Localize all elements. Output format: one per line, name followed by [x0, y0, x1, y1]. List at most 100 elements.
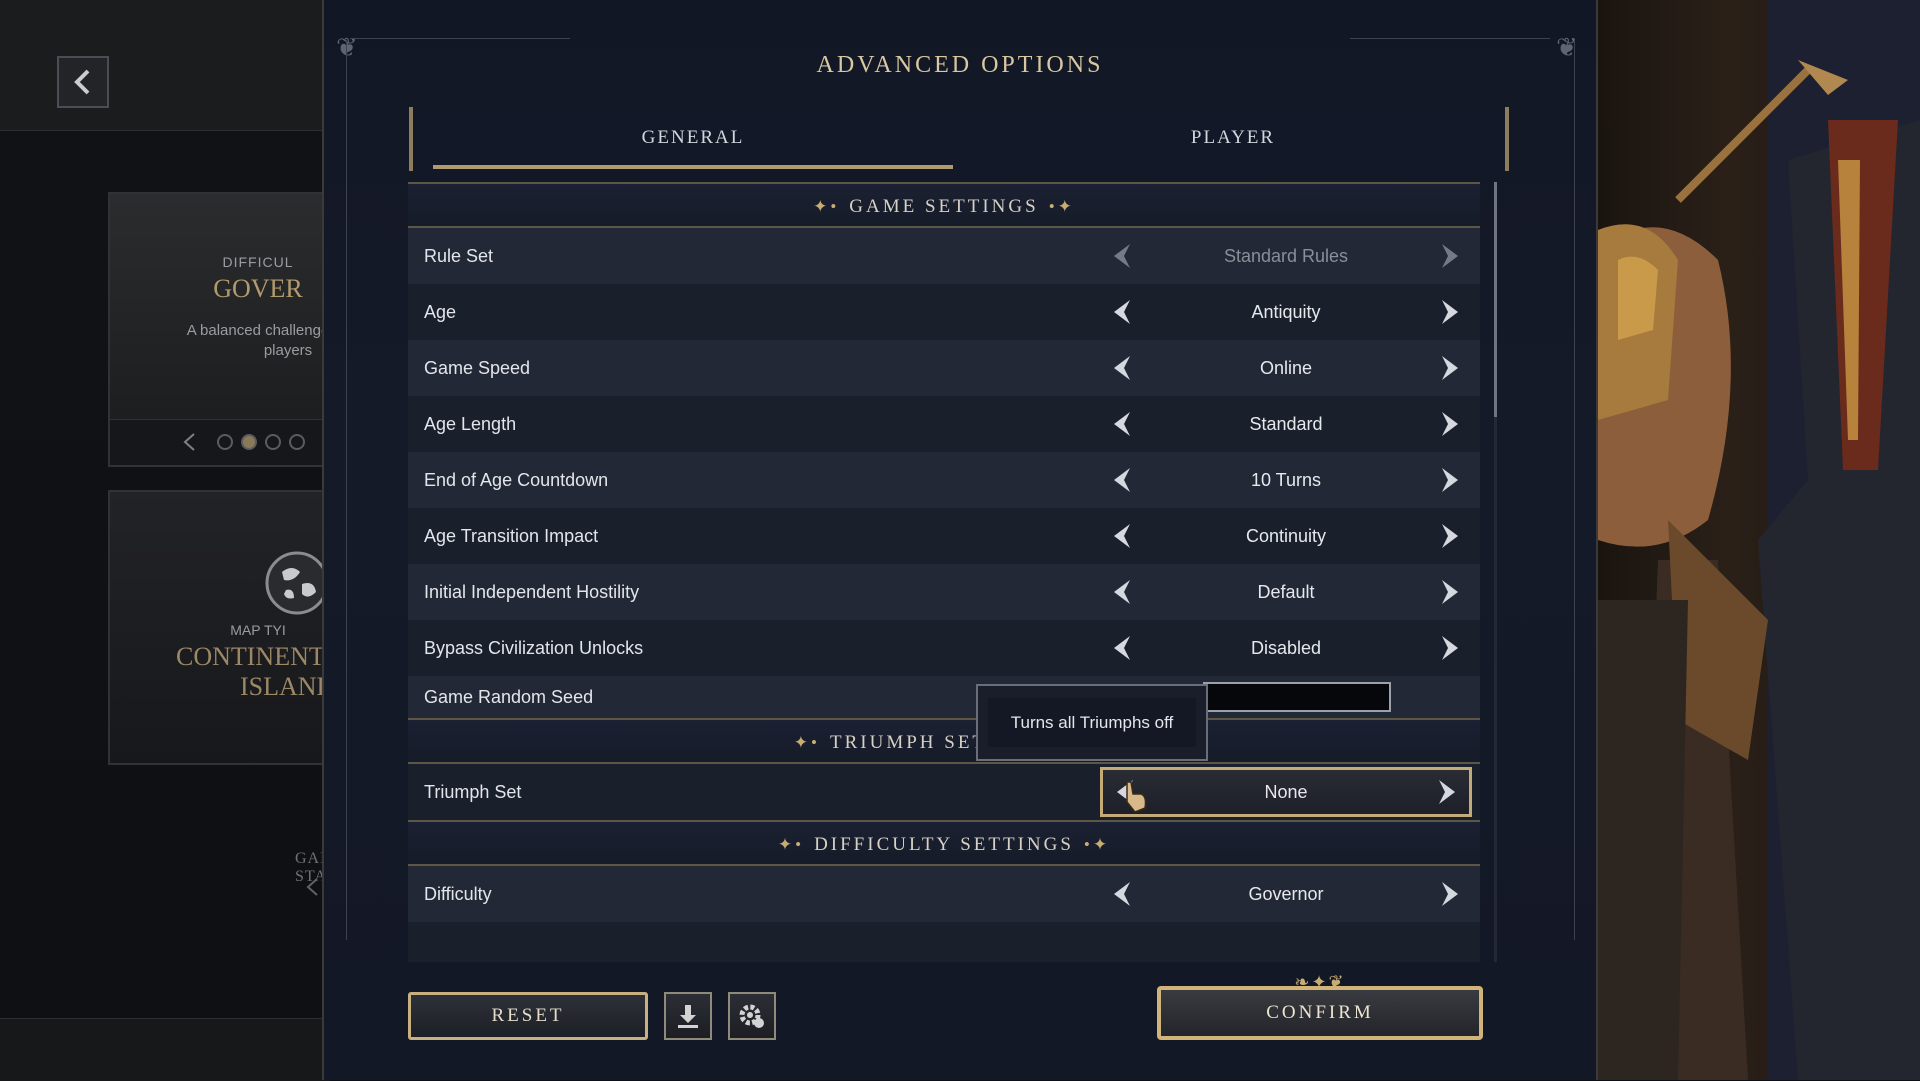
- arrow-right-icon[interactable]: [1434, 576, 1466, 608]
- arrow-left-icon[interactable]: [1106, 240, 1138, 272]
- independent-hostility-stepper[interactable]: Default: [1100, 568, 1472, 616]
- tab-bar: GENERAL PLAYER: [409, 107, 1509, 171]
- arrow-left-icon[interactable]: [1106, 296, 1138, 328]
- globe-icon: [265, 551, 329, 615]
- setting-value: Governor: [1248, 884, 1324, 904]
- pager-dot[interactable]: [265, 434, 281, 450]
- download-button[interactable]: [664, 992, 712, 1040]
- arrow-right-icon[interactable]: [1434, 352, 1466, 384]
- age-transition-impact-stepper[interactable]: Continuity: [1100, 512, 1472, 560]
- setting-value: Antiquity: [1251, 302, 1321, 322]
- rule-set-stepper[interactable]: Standard Rules: [1100, 232, 1472, 280]
- setting-label: Game Random Seed: [424, 687, 594, 707]
- tooltip-text: Turns all Triumphs off: [988, 698, 1196, 747]
- difficulty-card-desc-1: A balanced challenge: [186, 322, 330, 339]
- setting-row-difficulty: Difficulty Governor: [408, 866, 1480, 922]
- setting-value: Online: [1259, 358, 1313, 378]
- difficulty-card-caption: DIFFICUL: [222, 254, 294, 270]
- leader-figure: [1598, 0, 1920, 1080]
- top-bar: [0, 0, 330, 131]
- arrow-right-icon[interactable]: [1431, 776, 1463, 808]
- section-title: GAME SETTINGS: [849, 196, 1039, 217]
- arrow-right-icon[interactable]: [1434, 464, 1466, 496]
- setting-row-end-of-age-countdown: End of Age Countdown 10 Turns: [408, 452, 1480, 508]
- setting-value: Default: [1257, 582, 1315, 602]
- scrollbar-thumb[interactable]: [1494, 182, 1497, 417]
- arrow-left-icon[interactable]: [1106, 632, 1138, 664]
- setting-label: Initial Independent Hostility: [424, 582, 640, 602]
- seed-input[interactable]: [1203, 682, 1391, 712]
- setting-row-initial-independent-hostility: Initial Independent Hostility Default: [408, 564, 1480, 620]
- setting-row-age-length: Age Length Standard: [408, 396, 1480, 452]
- setting-row-bypass-civilization-unlocks: Bypass Civilization Unlocks Disabled: [408, 620, 1480, 676]
- section-header-triumph: ✦•TRIUMPH SETTINGS•✦: [408, 718, 1480, 764]
- arrow-left-icon[interactable]: [1106, 878, 1138, 910]
- map-card-caption: MAP TYI: [230, 622, 286, 638]
- setting-row-triumph-set: Triumph Set None: [408, 764, 1480, 820]
- tab-player[interactable]: PLAYER: [973, 107, 1493, 167]
- setting-row-partial: [408, 922, 1480, 962]
- pager-dot[interactable]: [289, 434, 305, 450]
- arrow-right-icon[interactable]: [1434, 408, 1466, 440]
- background-left-panel: DIFFICUL GOVER A balanced challenge play…: [0, 0, 348, 1081]
- ornament-icon: ✦•: [777, 835, 805, 854]
- end-of-age-countdown-stepper[interactable]: 10 Turns: [1100, 456, 1472, 504]
- age-length-stepper[interactable]: Standard: [1100, 400, 1472, 448]
- reset-button[interactable]: RESET: [408, 992, 648, 1040]
- age-stepper[interactable]: Antiquity: [1100, 288, 1472, 336]
- setting-label: Bypass Civilization Unlocks: [424, 638, 644, 658]
- arrow-left-icon[interactable]: [1106, 408, 1138, 440]
- tab-general[interactable]: GENERAL: [433, 107, 953, 167]
- frame-line: [1574, 40, 1575, 940]
- arrow-left-icon[interactable]: [1106, 520, 1138, 552]
- difficulty-card[interactable]: DIFFICUL GOVER A balanced challenge play…: [108, 192, 348, 467]
- frame-line: [346, 40, 347, 940]
- ornament-icon: •✦: [1083, 835, 1111, 854]
- arrow-right-icon[interactable]: [1434, 878, 1466, 910]
- frame-line: [1350, 38, 1550, 39]
- setting-value: Standard: [1249, 414, 1323, 434]
- bottom-bar: [0, 1018, 330, 1081]
- map-card[interactable]: MAP TYI CONTINENTS AN ISLANDS: [108, 490, 348, 765]
- confirm-button[interactable]: CONFIRM: [1157, 986, 1483, 1040]
- download-icon: [678, 1005, 698, 1028]
- setting-row-age: Age Antiquity: [408, 284, 1480, 340]
- setting-label: Difficulty: [424, 884, 492, 904]
- back-button[interactable]: [57, 56, 109, 108]
- ornament-icon: ✦•: [813, 197, 840, 216]
- settings-scrollbar[interactable]: [1494, 182, 1497, 962]
- pager-dot-active[interactable]: [241, 434, 257, 450]
- setting-row-game-speed: Game Speed Online: [408, 340, 1480, 396]
- setting-label: End of Age Countdown: [424, 470, 609, 490]
- ornament-icon: ✦•: [793, 733, 820, 752]
- gear-icon: [739, 1004, 764, 1028]
- setting-value: None: [1264, 782, 1308, 802]
- bypass-civ-unlocks-stepper[interactable]: Disabled: [1100, 624, 1472, 672]
- arrow-right-icon[interactable]: [1434, 632, 1466, 664]
- setting-row-game-random-seed: Game Random Seed: [408, 676, 1480, 718]
- leader-portrait: [1598, 0, 1920, 1080]
- difficulty-stepper[interactable]: Governor: [1100, 870, 1472, 918]
- section-header-difficulty: ✦• DIFFICULTY SETTINGS •✦: [408, 820, 1480, 866]
- arrow-left-icon[interactable]: [1106, 464, 1138, 496]
- pager-dot[interactable]: [217, 434, 233, 450]
- arrow-left-icon[interactable]: [1106, 352, 1138, 384]
- difficulty-pager: [110, 419, 346, 465]
- setting-label: Triumph Set: [424, 782, 522, 802]
- triumph-set-stepper[interactable]: None: [1100, 767, 1472, 817]
- difficulty-card-title: GOVER: [213, 274, 303, 303]
- setting-value: 10 Turns: [1250, 470, 1322, 490]
- chevron-left-icon[interactable]: [305, 878, 319, 896]
- game-speed-stepper[interactable]: Online: [1100, 344, 1472, 392]
- arrow-right-icon[interactable]: [1434, 240, 1466, 272]
- chevron-left-icon: [74, 69, 90, 95]
- setting-value: Disabled: [1250, 638, 1322, 658]
- arrow-left-icon[interactable]: [1106, 576, 1138, 608]
- cursor-icon: [1126, 781, 1147, 813]
- frame-line: [350, 38, 570, 39]
- arrow-right-icon[interactable]: [1434, 296, 1466, 328]
- arrow-right-icon[interactable]: [1434, 520, 1466, 552]
- chevron-left-icon[interactable]: [182, 433, 196, 451]
- tooltip: Turns all Triumphs off: [976, 684, 1208, 761]
- settings-button[interactable]: [728, 992, 776, 1040]
